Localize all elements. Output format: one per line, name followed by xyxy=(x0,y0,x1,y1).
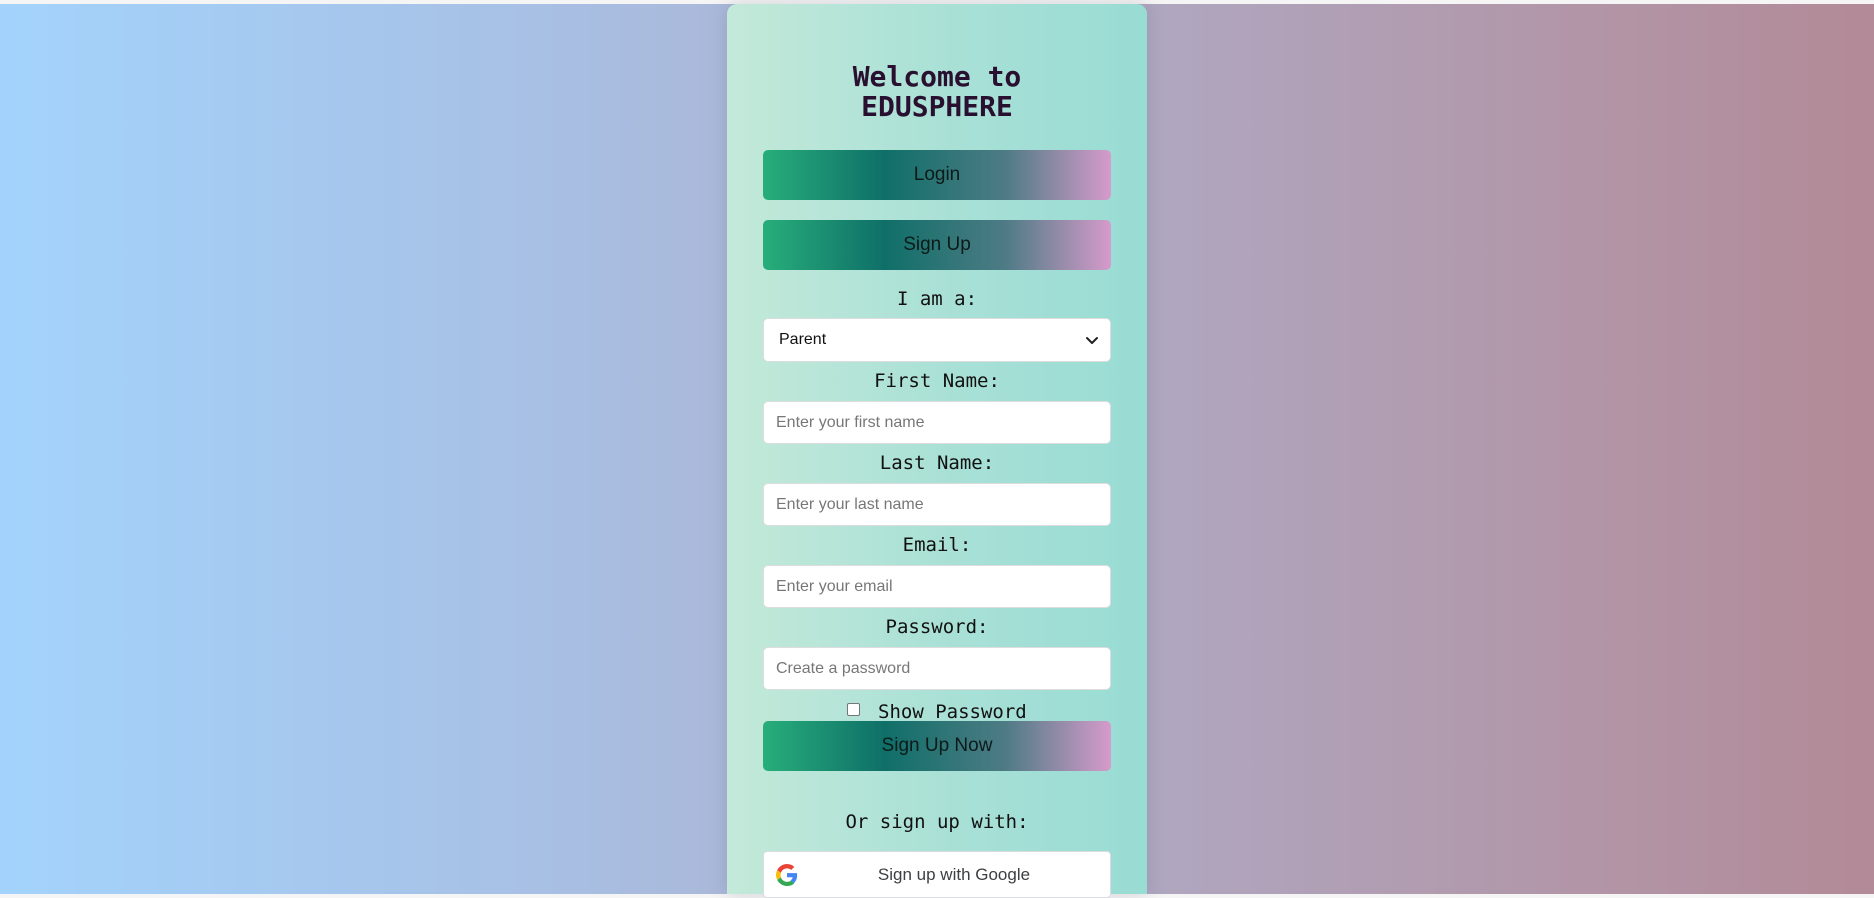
password-label: Password: xyxy=(885,616,989,638)
google-signup-label: Sign up with Google xyxy=(877,865,1031,884)
password-input[interactable] xyxy=(763,647,1111,690)
email-label: Email: xyxy=(902,534,972,556)
title-line-2: EDUSPHERE xyxy=(861,90,1013,123)
role-label: I am a: xyxy=(896,288,978,310)
alt-signup-label: Or sign up with: xyxy=(845,811,1029,833)
sign-up-now-button[interactable]: Sign Up Now xyxy=(763,721,1111,771)
signup-tab-button[interactable]: Sign Up xyxy=(763,220,1111,270)
chevron-down-icon xyxy=(1086,337,1098,344)
signup-card: Welcome to EDUSPHERE Login Sign Up I am … xyxy=(727,4,1147,898)
email-input[interactable] xyxy=(763,565,1111,608)
first-name-label: First Name: xyxy=(874,370,1000,392)
google-signup-button[interactable]: Sign up with Google xyxy=(763,851,1111,898)
page-title: Welcome to EDUSPHERE xyxy=(727,62,1147,122)
role-select-value: Parent xyxy=(779,331,827,348)
login-button[interactable]: Login xyxy=(763,150,1111,200)
role-select[interactable]: Parent xyxy=(763,318,1111,362)
show-password-label[interactable]: Show Password xyxy=(878,701,1027,723)
last-name-label: Last Name: xyxy=(879,452,995,474)
last-name-input[interactable] xyxy=(763,483,1111,526)
title-line-1: Welcome to xyxy=(852,60,1022,93)
first-name-input[interactable] xyxy=(763,401,1111,444)
show-password-checkbox[interactable] xyxy=(847,703,860,716)
